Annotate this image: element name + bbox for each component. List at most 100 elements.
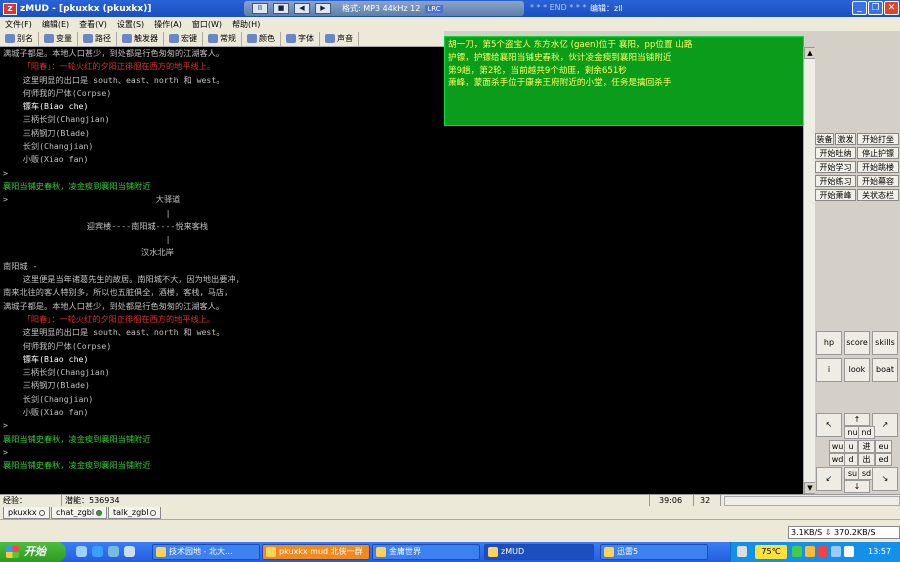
north-button[interactable]: ↑: [844, 413, 870, 426]
task-jinyong[interactable]: 金庸世界: [372, 544, 480, 560]
antivirus-icon[interactable]: [818, 546, 828, 557]
terminal-line: 小贩(Xiao fan): [3, 154, 89, 165]
desktop-icon[interactable]: [76, 546, 87, 557]
terminal-line: 这里便是当年诸葛先生的故居。南阳城不大，因为地出要冲，: [3, 274, 244, 285]
vertical-scrollbar[interactable]: ▲ ▼: [803, 47, 816, 494]
temperature-badge: 75℃: [755, 545, 787, 559]
up-button[interactable]: u: [844, 440, 858, 453]
menu-view[interactable]: 查看(V): [74, 19, 112, 30]
menu-settings[interactable]: 设置(S): [112, 19, 149, 30]
message-line: 护镖，护镖给襄阳当铺史春秋，伙计凌金瘐到襄阳当铺附近: [448, 52, 672, 63]
northeast-button[interactable]: ↗: [872, 413, 898, 437]
pause-icon[interactable]: II: [252, 3, 268, 14]
menu-edit[interactable]: 编辑(E): [37, 19, 74, 30]
tab-pkuxkx[interactable]: pkuxkx: [3, 507, 50, 519]
score-button[interactable]: score: [844, 331, 870, 355]
tab-chat-zgbl[interactable]: chat_zgbl: [51, 507, 108, 519]
sounds-button[interactable]: 声音: [320, 31, 359, 46]
next-icon[interactable]: ▶: [315, 3, 331, 14]
terminal-line: |: [3, 207, 171, 218]
look-button[interactable]: look: [844, 358, 870, 382]
task-label: zMUD: [501, 547, 525, 556]
south-button[interactable]: ↓: [844, 480, 870, 493]
elapsed-time: 39:06: [656, 495, 694, 506]
task-thunder[interactable]: 迅雷5: [600, 544, 708, 560]
experience-value: 经验：9460042: [0, 495, 62, 516]
horizontal-scrollbar[interactable]: [724, 496, 900, 506]
menu-file[interactable]: 文件(F): [0, 19, 37, 30]
potential-value: 潜能：536934: [62, 495, 650, 506]
start-breathe-button[interactable]: 开始吐纳: [815, 147, 856, 159]
status-dot-icon: [38, 509, 45, 516]
minimize-button[interactable]: _: [852, 1, 867, 15]
volume-icon[interactable]: [844, 546, 854, 557]
color-icon: [247, 34, 257, 43]
start-xiaofeng-button[interactable]: 开始萧峰: [815, 189, 856, 201]
path-icon: [83, 34, 93, 43]
northdown-button[interactable]: nd: [858, 426, 875, 439]
exit-button[interactable]: 出: [858, 453, 875, 466]
message-panel: 胡一刀，第5个盗宝人 东方水亿 (gaen)位于 襄阳，pp位置 山路 护镖，护…: [444, 36, 804, 126]
general-button[interactable]: 常规: [203, 31, 242, 46]
media-player-bar[interactable]: II ■ ◀ ▶ 格式: MP3 44kHz 12 LRC: [244, 1, 524, 16]
southwest-button[interactable]: ↙: [816, 467, 842, 491]
menu-help[interactable]: 帮助(H): [227, 19, 265, 30]
paths-button[interactable]: 路径: [78, 31, 117, 46]
task-label: 金庸世界: [389, 547, 421, 556]
start-meditate-button[interactable]: 开始打坐: [857, 133, 899, 145]
colors-button[interactable]: 颜色: [242, 31, 281, 46]
stop-icon[interactable]: ■: [273, 3, 289, 14]
enter-button[interactable]: 进: [858, 440, 875, 453]
ie-icon[interactable]: [108, 546, 119, 557]
inventory-button[interactable]: i: [816, 358, 842, 382]
prev-icon[interactable]: ◀: [294, 3, 310, 14]
menu-actions[interactable]: 操作(A): [149, 19, 187, 30]
menu-window[interactable]: 窗口(W): [187, 19, 227, 30]
colors-label: 颜色: [259, 34, 275, 43]
terminal-line: 南来北往的客人特别多，所以也五脏俱全，酒楼，客栈，马店，: [3, 287, 233, 298]
task-zmud[interactable]: zMUD: [484, 544, 594, 560]
folder-icon[interactable]: [124, 546, 135, 557]
browser-icon[interactable]: [92, 546, 103, 557]
zmud-icon: [488, 547, 498, 557]
northwest-button[interactable]: ↖: [816, 413, 842, 437]
eastdown-button[interactable]: ed: [875, 453, 892, 466]
task-pkuxkx-chat[interactable]: pkuxkx mud 北侠一群: [262, 544, 370, 560]
close-button[interactable]: ✕: [884, 1, 899, 15]
end-text: * * * END * * *: [530, 3, 587, 12]
keyboard-icon[interactable]: [737, 546, 747, 557]
start-practice-button[interactable]: 开始练习: [815, 175, 856, 187]
down-button[interactable]: d: [844, 453, 858, 466]
southeast-button[interactable]: ↘: [872, 467, 898, 491]
activate-button[interactable]: 激发: [835, 133, 856, 145]
qq-icon[interactable]: [831, 546, 841, 557]
terminal-line: 满城子都是。本地人口甚少，到处都是行色匆匆的江湖客人。: [3, 300, 225, 311]
tab-talk-zgbl[interactable]: talk_zgbl: [108, 507, 162, 519]
variables-button[interactable]: 变量: [39, 31, 78, 46]
close-statusbar-button[interactable]: 关状态栏: [857, 189, 899, 201]
aliases-button[interactable]: 别名: [0, 31, 39, 46]
start-button[interactable]: 开始: [0, 542, 66, 562]
task-tech-forum[interactable]: 技术园地 - 北大...: [152, 544, 260, 560]
variable-icon: [44, 34, 54, 43]
browser-icon: [156, 547, 166, 557]
thunder-tray-icon[interactable]: [805, 546, 815, 557]
general-label: 常规: [220, 34, 236, 43]
hp-button[interactable]: hp: [816, 331, 842, 355]
equip-button[interactable]: 装备: [815, 133, 834, 145]
start-murong-button[interactable]: 开始幕容: [857, 175, 899, 187]
start-learn-button[interactable]: 开始学习: [815, 161, 856, 173]
skills-button[interactable]: skills: [872, 331, 898, 355]
eastup-button[interactable]: eu: [875, 440, 892, 453]
triggers-button[interactable]: 触发器: [117, 31, 164, 46]
maximize-button[interactable]: ❐: [868, 1, 883, 15]
start-jump-button[interactable]: 开始跳楼: [857, 161, 899, 173]
message-line: 萧峰，蒙面杀手位于康亲王府附近的小堂，任务是擒回杀手: [448, 78, 672, 89]
lrc-button[interactable]: LRC: [425, 4, 443, 13]
stop-escort-button[interactable]: 停止护镖: [857, 147, 899, 159]
transfer-speed: 3.1KB/S ⇩ 370.2KB/S: [788, 526, 900, 539]
macros-button[interactable]: 宏键: [164, 31, 203, 46]
fonts-button[interactable]: 字体: [281, 31, 320, 46]
boat-button[interactable]: boat: [872, 358, 898, 382]
network-icon[interactable]: [792, 546, 802, 557]
